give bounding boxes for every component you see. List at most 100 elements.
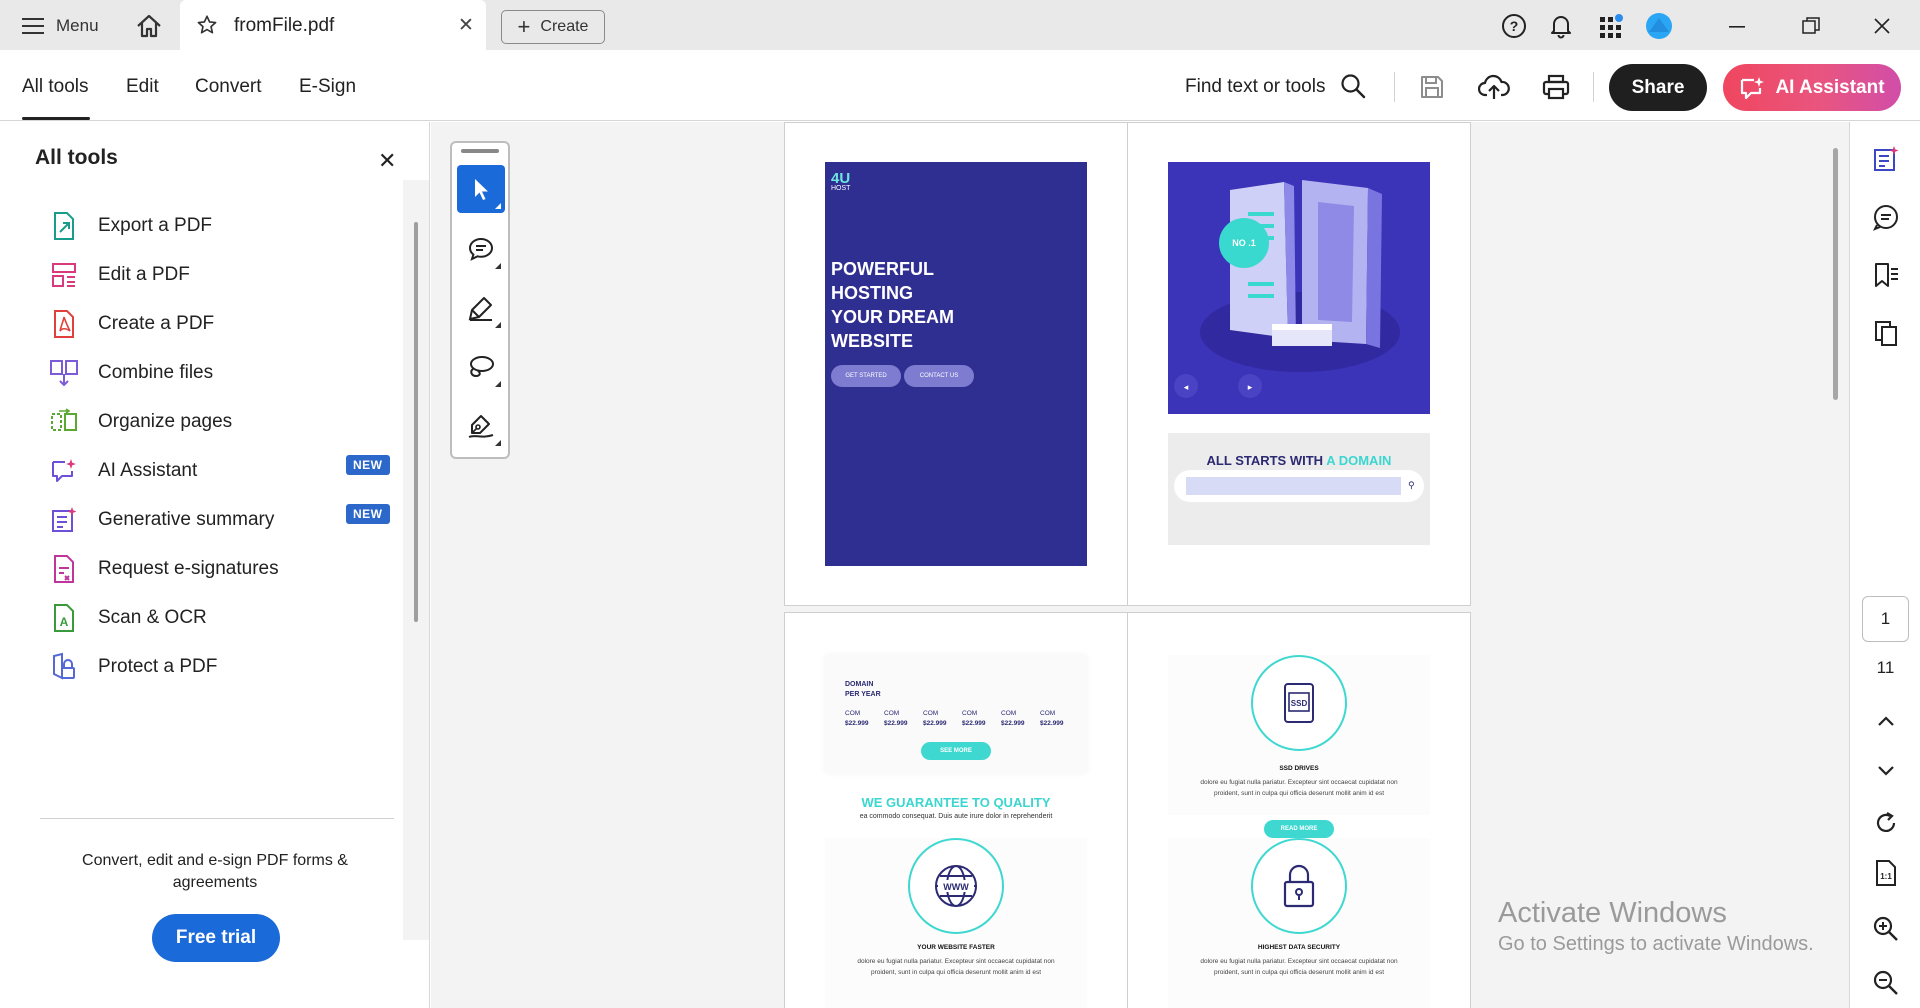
sign-tool-button[interactable]	[457, 402, 505, 450]
svg-text:▸: ▸	[1248, 382, 1253, 392]
share-button[interactable]: Share	[1609, 64, 1707, 111]
star-icon[interactable]	[196, 14, 218, 36]
price-item: COM $22.999	[1001, 709, 1033, 729]
tld: COM	[1040, 710, 1056, 717]
zoom-in-icon[interactable]	[1871, 914, 1901, 944]
feature-text: dolore eu fugiat nulla pariatur. Excepte…	[1168, 956, 1430, 978]
bell-icon[interactable]	[1547, 12, 1575, 40]
tool-scan-ocr[interactable]: A Scan & OCR	[48, 598, 398, 638]
chevron-up-icon[interactable]	[1871, 706, 1901, 736]
document-scrollbar-thumb[interactable]	[1833, 148, 1838, 400]
comment-tool-button[interactable]	[457, 225, 505, 273]
ai-summary-icon[interactable]	[1871, 144, 1901, 174]
search-icon[interactable]	[1340, 73, 1366, 99]
price: $22.999	[923, 720, 947, 727]
price-item: COM $22.999	[1040, 709, 1072, 729]
ai-assistant-button[interactable]: AI Assistant	[1723, 64, 1901, 111]
domain-title-text: ALL STARTS WITH	[1206, 453, 1324, 468]
hosting-banner: 4U HOST POWERFUL HOSTING YOUR DREAM WEBS…	[825, 162, 1087, 566]
chevron-down-icon[interactable]	[1871, 756, 1901, 786]
pdf-page-1: 4U HOST POWERFUL HOSTING YOUR DREAM WEBS…	[784, 122, 1128, 606]
tool-edit-pdf[interactable]: Edit a PDF	[48, 255, 398, 295]
feature-text-line: proident, sunt in culpa qui officia dese…	[870, 969, 1042, 976]
cloud-upload-icon	[1478, 74, 1510, 99]
fit-page-icon[interactable]: 1:1	[1871, 858, 1901, 888]
tool-request-esignatures[interactable]: Request e-signatures	[48, 549, 398, 589]
headline-line: WEBSITE	[831, 331, 914, 351]
printer-icon	[1542, 74, 1570, 100]
tab-title: fromFile.pdf	[234, 15, 335, 36]
current-page-input[interactable]: 1	[1862, 596, 1909, 642]
globe-circle: WWW	[908, 838, 1004, 934]
toolbar-divider	[1394, 72, 1395, 102]
contact-us-pill: CONTACT US	[904, 365, 974, 387]
tool-export-pdf[interactable]: Export a PDF	[48, 206, 398, 246]
menu-button[interactable]: Menu	[22, 13, 99, 39]
feature-card-speed: WWW YOUR WEBSITE FASTER dolore eu fugiat…	[825, 838, 1087, 1008]
highlight-tool-button[interactable]	[457, 284, 505, 332]
create-button[interactable]: + Create	[501, 10, 605, 44]
bookmarks-icon[interactable]	[1871, 260, 1901, 290]
find-text-button[interactable]: Find text or tools	[1185, 76, 1325, 98]
see-more-pill: SEE MORE	[921, 742, 991, 760]
generative-summary-icon	[48, 504, 80, 536]
right-rail: 1 11 1:1	[1849, 122, 1920, 1008]
headline-line: YOUR DREAM	[831, 307, 955, 327]
comments-icon[interactable]	[1871, 202, 1901, 232]
search-icon: ⚲	[1408, 480, 1415, 490]
select-tool-button[interactable]	[457, 165, 505, 213]
guarantee-highlight: QUALITY	[993, 795, 1051, 810]
tool-label: Export a PDF	[98, 215, 213, 236]
close-panel-icon[interactable]: ✕	[378, 148, 396, 174]
new-badge: NEW	[346, 504, 390, 524]
tab-convert[interactable]: Convert	[195, 76, 262, 98]
rotate-icon[interactable]	[1871, 808, 1901, 838]
tool-create-pdf[interactable]: Create a PDF	[48, 304, 398, 344]
save-button[interactable]	[1415, 71, 1449, 103]
tab-edit[interactable]: Edit	[126, 76, 159, 98]
tool-organize-pages[interactable]: Organize pages	[48, 402, 398, 442]
minimize-icon[interactable]	[1723, 12, 1751, 40]
headline-line: POWERFUL	[831, 259, 934, 279]
feature-card-ssd: SSD SSD DRIVES dolore eu fugiat nulla pa…	[1168, 655, 1430, 838]
apps-grid-icon[interactable]	[1597, 12, 1625, 40]
domain-title-highlight: A DOMAIN	[1326, 453, 1392, 468]
document-tab[interactable]: fromFile.pdf ✕	[180, 0, 486, 50]
document-viewer[interactable]: 4U HOST POWERFUL HOSTING YOUR DREAM WEBS…	[431, 122, 1849, 1008]
print-button[interactable]	[1539, 71, 1573, 103]
pricing-label-line: PER YEAR	[845, 691, 881, 698]
panel-scrollbar-thumb[interactable]	[414, 222, 418, 622]
close-window-icon[interactable]	[1868, 12, 1896, 40]
home-button[interactable]	[134, 12, 164, 40]
tab-esign[interactable]: E-Sign	[299, 76, 356, 98]
comment-icon	[468, 237, 494, 261]
tab-close-icon[interactable]: ✕	[458, 14, 474, 37]
tab-all-tools[interactable]: All tools	[22, 76, 89, 98]
highlighter-icon	[468, 297, 492, 321]
avatar[interactable]	[1645, 12, 1673, 40]
svg-text:?: ?	[1510, 18, 1519, 34]
watermark-title: Activate Windows	[1498, 897, 1727, 929]
ssd-circle: SSD	[1251, 655, 1347, 751]
page-thumbnails-icon[interactable]	[1871, 318, 1901, 348]
upload-cloud-button[interactable]	[1477, 71, 1511, 103]
price: $22.999	[884, 720, 908, 727]
zoom-out-icon[interactable]	[1871, 968, 1901, 998]
price: $22.999	[962, 720, 986, 727]
submenu-indicator	[495, 322, 501, 328]
tool-protect-pdf[interactable]: Protect a PDF	[48, 647, 398, 687]
tool-generative-summary[interactable]: Generative summary NEW	[48, 500, 398, 540]
submenu-indicator	[495, 440, 501, 446]
tool-label: Generative summary	[98, 509, 275, 530]
help-icon[interactable]: ?	[1500, 12, 1528, 40]
tool-ai-assistant[interactable]: AI Assistant NEW	[48, 451, 398, 491]
restore-icon[interactable]	[1797, 12, 1825, 40]
drag-handle[interactable]	[461, 149, 499, 153]
tool-combine-files[interactable]: Combine files	[48, 353, 398, 393]
free-trial-button[interactable]: Free trial	[152, 914, 280, 962]
submenu-indicator	[495, 381, 501, 387]
draw-tool-button[interactable]	[457, 343, 505, 391]
promo-text: Convert, edit and e-sign PDF forms & agr…	[82, 852, 348, 891]
submenu-indicator	[495, 203, 501, 209]
feature-text-line: dolore eu fugiat nulla pariatur. Excepte…	[857, 958, 1055, 965]
